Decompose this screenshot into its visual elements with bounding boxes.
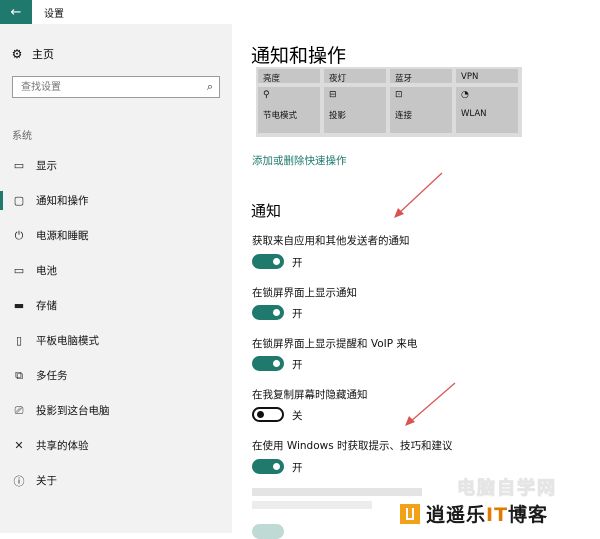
quick-action-night-light[interactable]: 夜灯 xyxy=(324,69,386,84)
quick-action-project[interactable]: ⊟ 投影 xyxy=(324,87,386,133)
info-icon: ⓘ xyxy=(13,474,25,488)
connect-icon: ⊡ xyxy=(395,90,403,100)
sidebar-item-label: 平板电脑模式 xyxy=(36,335,99,347)
sidebar-home[interactable]: ⚙ 主页 xyxy=(10,46,54,62)
setting-label-app-notifications: 获取来自应用和其他发送者的通知 xyxy=(252,235,410,247)
watermark-brand: 逍遥乐IT博客 xyxy=(400,500,548,527)
sidebar-item-label: 通知和操作 xyxy=(36,195,89,207)
sidebar-item-label: 投影到这台电脑 xyxy=(36,405,110,417)
multitask-icon: ⧉ xyxy=(15,368,23,382)
toggle-state-text: 开 xyxy=(292,257,303,269)
toggle-knob xyxy=(273,309,280,316)
sidebar-item-display[interactable]: ▭ 显示 xyxy=(0,148,232,183)
battery-saver-icon: ⚲ xyxy=(263,90,270,100)
search-icon[interactable]: ⌕ xyxy=(207,80,213,94)
setting-label-lock-screen-notifications: 在锁屏界面上显示通知 xyxy=(252,287,357,299)
wifi-icon: ◔ xyxy=(461,90,469,100)
home-label: 主页 xyxy=(32,48,54,61)
back-arrow-icon: ← xyxy=(10,4,22,20)
section-label-system: 系统 xyxy=(12,131,32,142)
quick-action-battery-saver[interactable]: ⚲ 节电模式 xyxy=(258,87,320,133)
share-icon: ✕ xyxy=(14,439,24,452)
toggle-state-text: 开 xyxy=(292,462,303,474)
search-box[interactable]: ⌕ xyxy=(12,76,220,98)
setting-label-lock-screen-reminders: 在锁屏界面上显示提醒和 VoIP 来电 xyxy=(252,338,418,350)
sidebar-item-shared-experiences[interactable]: ✕ 共享的体验 xyxy=(0,428,232,463)
obscured-line xyxy=(252,501,372,509)
quick-action-brightness[interactable]: 亮度 xyxy=(258,69,320,84)
sidebar-item-label: 关于 xyxy=(36,475,57,487)
power-icon: ⏻ xyxy=(14,228,24,242)
sidebar-item-power[interactable]: ⏻ 电源和睡眠 xyxy=(0,218,232,253)
toggle-state-text: 开 xyxy=(292,359,303,371)
watermark-top-text: 电脑自学网 xyxy=(457,478,557,500)
project-icon: ⊟ xyxy=(329,90,337,100)
sidebar-item-about[interactable]: ⓘ 关于 xyxy=(0,463,232,498)
sidebar-item-projecting[interactable]: ⎚ 投影到这台电脑 xyxy=(0,393,232,428)
sidebar-item-label: 存储 xyxy=(36,300,57,312)
watermark-brand-text: 逍遥乐IT博客 xyxy=(426,504,549,526)
toggle-knob xyxy=(273,463,280,470)
quick-action-bluetooth[interactable]: 蓝牙 xyxy=(390,69,452,84)
toggle-state-text: 关 xyxy=(292,410,303,422)
title-bar: ← 设置 xyxy=(0,0,600,24)
page-title: 通知和操作 xyxy=(251,45,347,67)
setting-label-hide-when-duplicating: 在我复制屏幕时隐藏通知 xyxy=(252,389,368,401)
toggle-hide-when-duplicating[interactable] xyxy=(252,407,284,422)
sidebar-item-label: 电池 xyxy=(36,265,57,277)
quick-action-vpn[interactable]: VPN xyxy=(456,69,518,83)
main-content: 通知和操作 亮度 夜灯 蓝牙 VPN ⚲ 节电模式 ⊟ 投影 ⊡ 连接 ◔ WL… xyxy=(232,24,600,539)
battery-icon: ▭ xyxy=(13,264,25,277)
notifications-heading: 通知 xyxy=(251,202,282,220)
toggle-knob xyxy=(273,258,280,265)
display-icon: ▭ xyxy=(13,159,25,172)
sidebar-item-tablet-mode[interactable]: ▯ 平板电脑模式 xyxy=(0,323,232,358)
storage-icon: ▬ xyxy=(13,299,25,312)
sidebar-item-notifications[interactable]: ▢ 通知和操作 xyxy=(0,183,232,218)
sidebar-nav: ▭ 显示 ▢ 通知和操作 ⏻ 电源和睡眠 ▭ 电池 ▬ 存储 ▯ 平板电脑模式 … xyxy=(0,148,232,498)
toggle-lock-screen-notifications[interactable] xyxy=(252,305,284,320)
quick-action-connect[interactable]: ⊡ 连接 xyxy=(390,87,452,133)
gear-icon: ⚙ xyxy=(11,47,23,61)
sidebar-item-multitasking[interactable]: ⧉ 多任务 xyxy=(0,358,232,393)
setting-label-tips-and-suggestions: 在使用 Windows 时获取提示、技巧和建议 xyxy=(252,440,453,452)
toggle-app-notifications[interactable] xyxy=(252,254,284,269)
sidebar-item-label: 电源和睡眠 xyxy=(36,230,89,242)
toggle-lock-screen-reminders[interactable] xyxy=(252,356,284,371)
sidebar-item-battery[interactable]: ▭ 电池 xyxy=(0,253,232,288)
toggle-state-text: 开 xyxy=(292,308,303,320)
notification-icon: ▢ xyxy=(13,194,25,207)
project-icon: ⎚ xyxy=(14,403,24,417)
back-button[interactable]: ← xyxy=(0,0,32,24)
sidebar-item-label: 共享的体验 xyxy=(36,440,89,452)
window-title: 设置 xyxy=(44,9,64,20)
toggle-knob xyxy=(257,411,264,418)
watermark: 电脑自学网 逍遥乐IT博客 xyxy=(395,474,600,533)
watermark-logo-icon xyxy=(400,503,420,524)
sidebar-item-storage[interactable]: ▬ 存储 xyxy=(0,288,232,323)
search-input[interactable] xyxy=(19,80,193,94)
obscured-toggle xyxy=(252,524,284,539)
edit-quick-actions-link[interactable]: 添加或删除快速操作 xyxy=(252,153,347,168)
sidebar: ⚙ 主页 ⌕ 系统 ▭ 显示 ▢ 通知和操作 ⏻ 电源和睡眠 ▭ 电池 ▬ 存储… xyxy=(0,24,232,533)
sidebar-item-label: 多任务 xyxy=(36,370,68,382)
quick-actions-grid: 亮度 夜灯 蓝牙 VPN ⚲ 节电模式 ⊟ 投影 ⊡ 连接 ◔ WLAN xyxy=(256,67,522,137)
quick-action-wlan[interactable]: ◔ WLAN xyxy=(456,87,518,133)
toggle-tips-and-suggestions[interactable] xyxy=(252,459,284,474)
toggle-knob xyxy=(273,360,280,367)
sidebar-item-label: 显示 xyxy=(36,160,57,172)
tablet-icon: ▯ xyxy=(15,334,23,347)
